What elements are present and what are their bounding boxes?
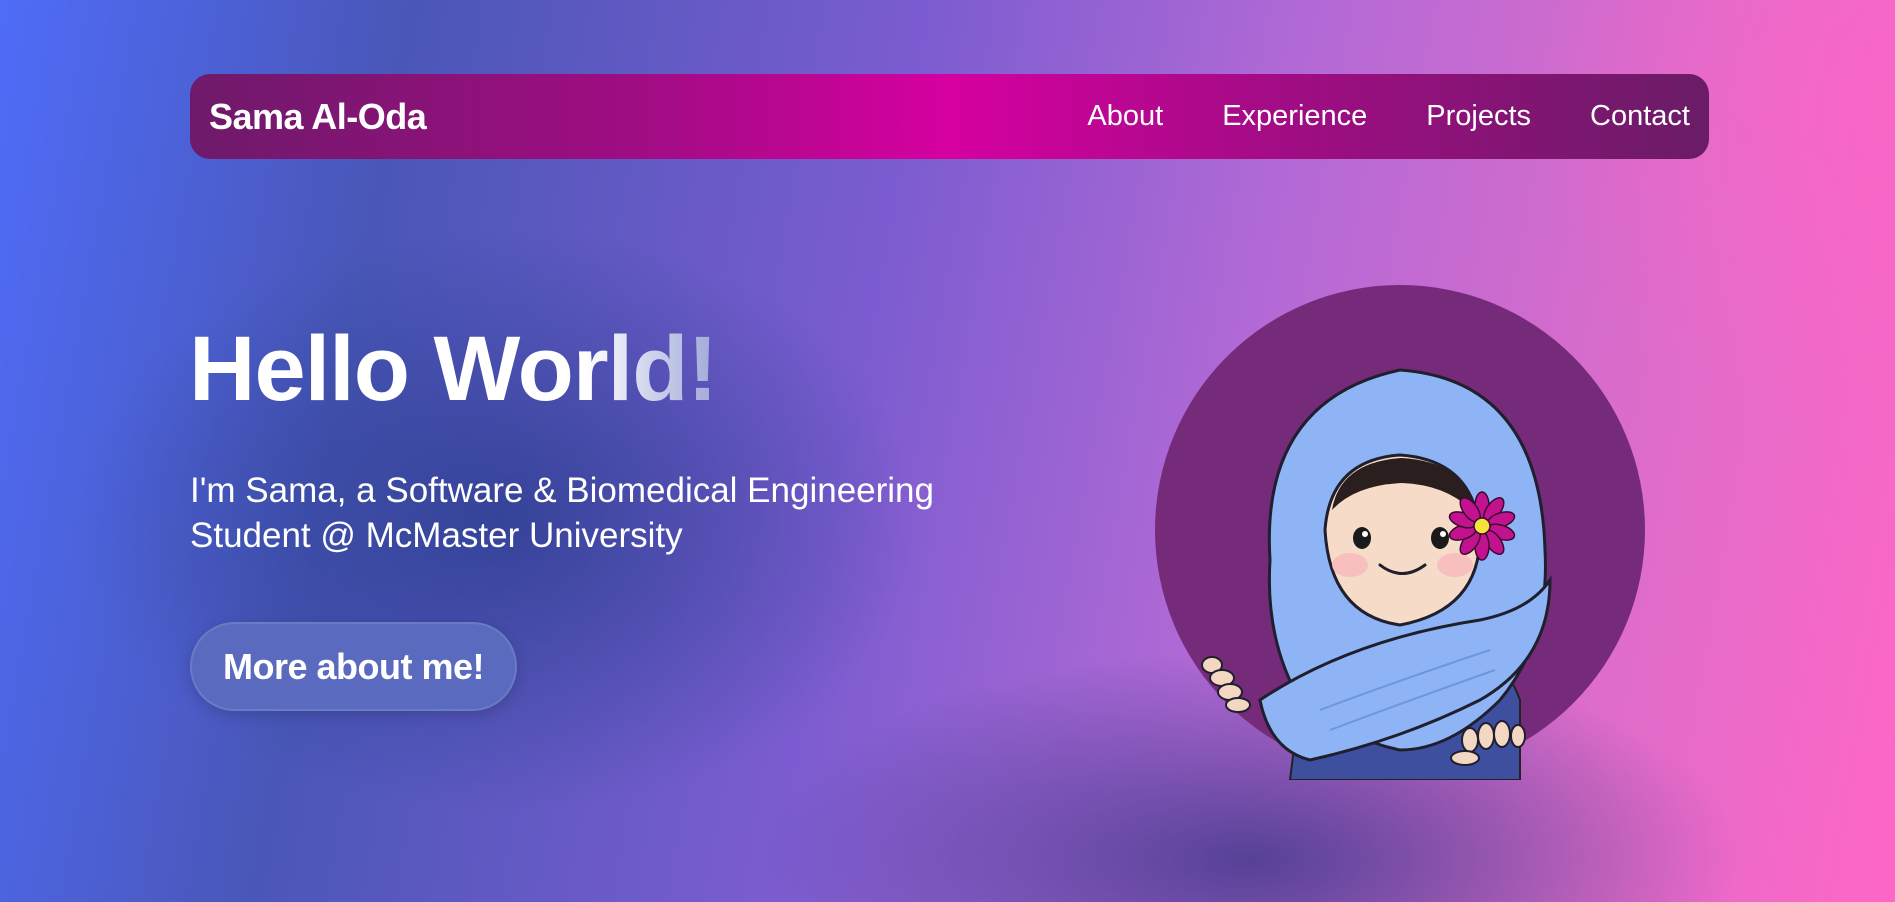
more-about-me-button[interactable]: More about me! xyxy=(190,622,517,711)
nav-link-projects[interactable]: Projects xyxy=(1426,100,1531,133)
avatar-illustration-icon xyxy=(1155,285,1645,781)
nav-link-contact[interactable]: Contact xyxy=(1590,100,1690,133)
nav-links: About Experience Projects Contact xyxy=(1028,74,1690,159)
navbar: Sama Al-Oda About Experience Projects Co… xyxy=(190,74,1709,159)
brand-logo[interactable]: Sama Al-Oda xyxy=(209,74,427,159)
nav-link-experience[interactable]: Experience xyxy=(1222,100,1367,133)
nav-link-about[interactable]: About xyxy=(1087,100,1163,133)
hero-title: Hello World! xyxy=(189,314,718,424)
avatar xyxy=(1150,280,1650,781)
hero-subtitle: I'm Sama, a Software & Biomedical Engine… xyxy=(190,471,934,555)
